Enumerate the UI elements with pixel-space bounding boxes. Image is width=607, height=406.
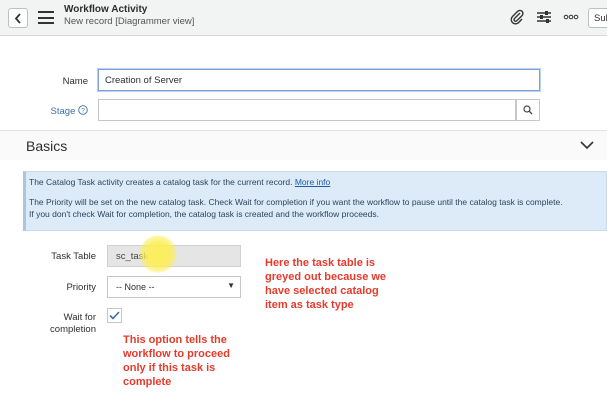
annotation-line: item as task type <box>265 299 354 311</box>
wait-for-completion-checkbox[interactable] <box>107 308 122 323</box>
annotation-line: workflow to proceed <box>123 348 230 360</box>
section-title: Basics <box>26 138 68 154</box>
priority-select[interactable]: -- None -- ▼ <box>107 276 241 298</box>
annotation-line: complete <box>123 376 172 388</box>
annotation-line: greyed out because we <box>265 271 387 283</box>
submit-button[interactable]: Sul <box>588 8 607 28</box>
stage-lookup-button[interactable] <box>516 99 540 121</box>
help-icon[interactable]: ? <box>78 105 88 115</box>
priority-selected-value: -- None -- <box>116 282 155 292</box>
wait-label-line-2: completion <box>50 324 96 335</box>
annotation-line: have selected catalog <box>265 285 379 297</box>
settings-sliders-icon[interactable] <box>536 9 552 25</box>
basics-section-header[interactable]: Basics <box>0 130 607 160</box>
search-icon <box>523 105 533 115</box>
more-info-link[interactable]: More info <box>295 177 330 187</box>
annotation-line: only if this task is <box>123 362 216 374</box>
task-table-label: Task Table <box>51 251 96 262</box>
back-button[interactable] <box>8 8 28 28</box>
stage-label-text: Stage <box>50 106 76 117</box>
hamburger-menu-icon[interactable] <box>38 11 54 24</box>
annotation-line: This option tells the <box>123 334 227 346</box>
task-table-annotation: Here the task table is greyed out becaus… <box>265 256 386 312</box>
info-line-2: The Priority will be set on the new cata… <box>29 196 602 220</box>
more-options-icon[interactable] <box>563 14 579 20</box>
dropdown-caret-icon: ▼ <box>227 281 235 290</box>
stage-label[interactable]: Stage ? <box>40 105 88 117</box>
chevron-down-icon[interactable] <box>580 141 594 150</box>
info-message: The Catalog Task activity creates a cata… <box>23 171 607 231</box>
annotation-line: Here the task table is <box>265 257 376 269</box>
title-block: Workflow Activity New record [Diagrammer… <box>64 4 194 28</box>
checkmark-icon <box>109 311 120 320</box>
svg-text:?: ? <box>81 107 85 114</box>
cursor-highlight <box>139 235 177 273</box>
info-line-1-text: The Catalog Task activity creates a cata… <box>29 177 293 187</box>
paperclip-icon[interactable] <box>510 9 524 25</box>
name-field[interactable]: Creation of Server <box>98 69 540 91</box>
wait-label-line-1: Wait for <box>63 312 96 323</box>
info-line-3-text: If you don't check Wait for completion, … <box>29 209 379 219</box>
page-subtitle: New record [Diagrammer view] <box>64 16 195 27</box>
info-line-1: The Catalog Task activity creates a cata… <box>29 176 602 188</box>
form-header: Workflow Activity New record [Diagrammer… <box>0 0 607 36</box>
priority-label: Priority <box>66 282 96 293</box>
wait-for-completion-label: Wait for completion <box>40 312 96 336</box>
page-title: Workflow Activity <box>64 4 148 15</box>
wait-annotation: This option tells the workflow to procee… <box>123 333 230 389</box>
chevron-left-icon <box>14 12 21 24</box>
stage-field[interactable] <box>98 99 516 121</box>
info-line-2-text: The Priority will be set on the new cata… <box>29 197 563 207</box>
name-label: Name <box>62 76 88 87</box>
